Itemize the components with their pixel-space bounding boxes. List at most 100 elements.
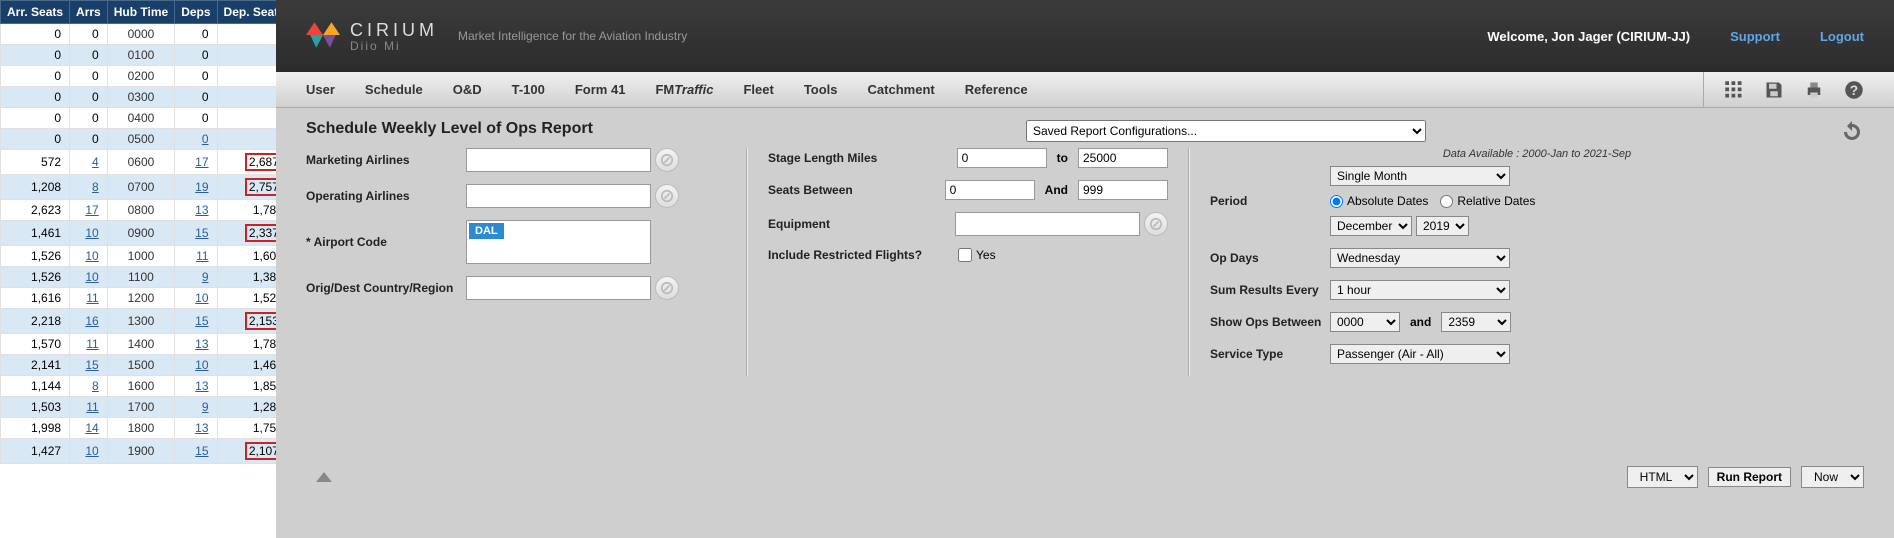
label-operating-airlines: Operating Airlines (306, 189, 466, 203)
cell-arrs[interactable]: 8 (70, 175, 108, 200)
col-hub-time[interactable]: Hub Time (107, 1, 174, 24)
cell-deps[interactable]: 11 (175, 246, 217, 267)
cell-deps[interactable]: 10 (175, 355, 217, 376)
label-opdays: Op Days (1210, 251, 1330, 265)
equipment-input[interactable] (955, 212, 1140, 236)
clear-operating-icon[interactable] (655, 184, 679, 208)
label-to: to (1051, 151, 1074, 165)
cell-arrs[interactable]: 10 (70, 221, 108, 246)
menu-tools[interactable]: Tools (804, 82, 838, 97)
cell-deps[interactable]: 15 (175, 439, 217, 464)
cell-arrs[interactable]: 17 (70, 200, 108, 221)
cell-arrs[interactable]: 11 (70, 288, 108, 309)
cell-deps[interactable]: 10 (175, 288, 217, 309)
clear-equipment-icon[interactable] (1144, 212, 1168, 236)
cell-arrs[interactable]: 4 (70, 150, 108, 175)
origdest-input[interactable] (466, 276, 651, 300)
col-arr-seats[interactable]: Arr. Seats (1, 1, 70, 24)
cell-arrs[interactable]: 10 (70, 439, 108, 464)
seats-to-input[interactable] (1078, 180, 1168, 200)
cell-arrs[interactable]: 11 (70, 397, 108, 418)
menu-form41[interactable]: Form 41 (575, 82, 626, 97)
print-icon[interactable] (1804, 80, 1824, 100)
cell-arrs[interactable]: 15 (70, 355, 108, 376)
cell-deps[interactable]: 15 (175, 309, 217, 334)
clear-origdest-icon[interactable] (655, 276, 679, 300)
year-select[interactable]: 2019 (1416, 216, 1469, 236)
cell-deps[interactable]: 13 (175, 418, 217, 439)
menu-schedule[interactable]: Schedule (365, 82, 423, 97)
run-report-button[interactable]: Run Report (1708, 467, 1791, 487)
table-row: 1,998141800131,756 (1, 418, 292, 439)
ops-to-select[interactable]: 2359 (1441, 312, 1511, 332)
menu-t100[interactable]: T-100 (512, 82, 545, 97)
cell-deps[interactable]: 13 (175, 334, 217, 355)
cell-deps[interactable]: 19 (175, 175, 217, 200)
svg-text:?: ? (1850, 83, 1858, 98)
menu-od[interactable]: O&D (453, 82, 482, 97)
save-icon[interactable] (1764, 80, 1784, 100)
cell-deps[interactable]: 9 (175, 397, 217, 418)
relative-dates-radio[interactable] (1440, 195, 1453, 208)
period-select[interactable]: Single Month (1330, 166, 1510, 186)
col-deps[interactable]: Deps (175, 1, 217, 24)
cell-arrs[interactable]: 10 (70, 267, 108, 288)
cell-deps[interactable]: 0 (175, 129, 217, 150)
cell-arrs[interactable]: 10 (70, 246, 108, 267)
stage-to-input[interactable] (1078, 148, 1168, 168)
cell-arrs[interactable]: 14 (70, 418, 108, 439)
menu-catchment[interactable]: Catchment (868, 82, 935, 97)
apps-icon[interactable] (1724, 80, 1744, 100)
stage-from-input[interactable] (957, 148, 1047, 168)
cell-deps[interactable]: 15 (175, 221, 217, 246)
collapse-triangle-icon[interactable] (316, 472, 332, 482)
cell-hub-time: 1100 (107, 267, 174, 288)
marketing-airlines-input[interactable] (466, 148, 651, 172)
airport-code-input[interactable]: DAL (466, 220, 651, 264)
refresh-icon[interactable] (1840, 120, 1864, 144)
restricted-checkbox[interactable] (958, 248, 972, 262)
cell-hub-time: 0800 (107, 200, 174, 221)
logout-link[interactable]: Logout (1820, 29, 1864, 44)
output-format-select[interactable]: HTML (1627, 466, 1698, 488)
menu-fmtraffic[interactable]: FMTraffic (655, 82, 713, 97)
cell-hub-time: 0900 (107, 221, 174, 246)
menu-reference[interactable]: Reference (965, 82, 1028, 97)
seats-from-input[interactable] (945, 180, 1035, 200)
menu-fleet[interactable]: Fleet (743, 82, 773, 97)
label-absolute: Absolute Dates (1347, 194, 1428, 208)
month-select[interactable]: December (1330, 216, 1412, 236)
absolute-dates-radio[interactable] (1330, 195, 1343, 208)
run-when-select[interactable]: Now (1801, 466, 1864, 488)
cell-arr-seats: 0 (1, 87, 70, 108)
cell-hub-time: 1300 (107, 309, 174, 334)
support-link[interactable]: Support (1730, 29, 1780, 44)
cell-arrs: 0 (70, 66, 108, 87)
label-period: Period (1210, 194, 1330, 208)
service-select[interactable]: Passenger (Air - All) (1330, 344, 1510, 364)
sum-select[interactable]: 1 hour (1330, 280, 1510, 300)
col-arrs[interactable]: Arrs (70, 1, 108, 24)
cell-deps[interactable]: 13 (175, 200, 217, 221)
cell-arrs[interactable]: 16 (70, 309, 108, 334)
menu-user[interactable]: User (306, 82, 335, 97)
cell-arrs[interactable]: 8 (70, 376, 108, 397)
cell-arr-seats: 2,623 (1, 200, 70, 221)
cell-deps[interactable]: 9 (175, 267, 217, 288)
clear-marketing-icon[interactable] (655, 148, 679, 172)
app-panel: CIRIUM Diio Mi Market Intelligence for t… (276, 0, 1894, 538)
topbar: CIRIUM Diio Mi Market Intelligence for t… (276, 0, 1894, 72)
help-icon[interactable]: ? (1844, 80, 1864, 100)
opdays-select[interactable]: Wednesday (1330, 248, 1510, 268)
logo-block: CIRIUM Diio Mi (306, 18, 438, 55)
ops-from-select[interactable]: 0000 (1330, 312, 1400, 332)
cell-arrs[interactable]: 11 (70, 334, 108, 355)
operating-airlines-input[interactable] (466, 184, 651, 208)
cell-arr-seats: 1,461 (1, 221, 70, 246)
cell-hub-time: 1900 (107, 439, 174, 464)
table-row: 1,20880700192,757 (1, 175, 292, 200)
airport-tag[interactable]: DAL (469, 223, 504, 239)
cell-deps[interactable]: 17 (175, 150, 217, 175)
saved-report-select[interactable]: Saved Report Configurations... (1026, 120, 1426, 142)
cell-deps[interactable]: 13 (175, 376, 217, 397)
